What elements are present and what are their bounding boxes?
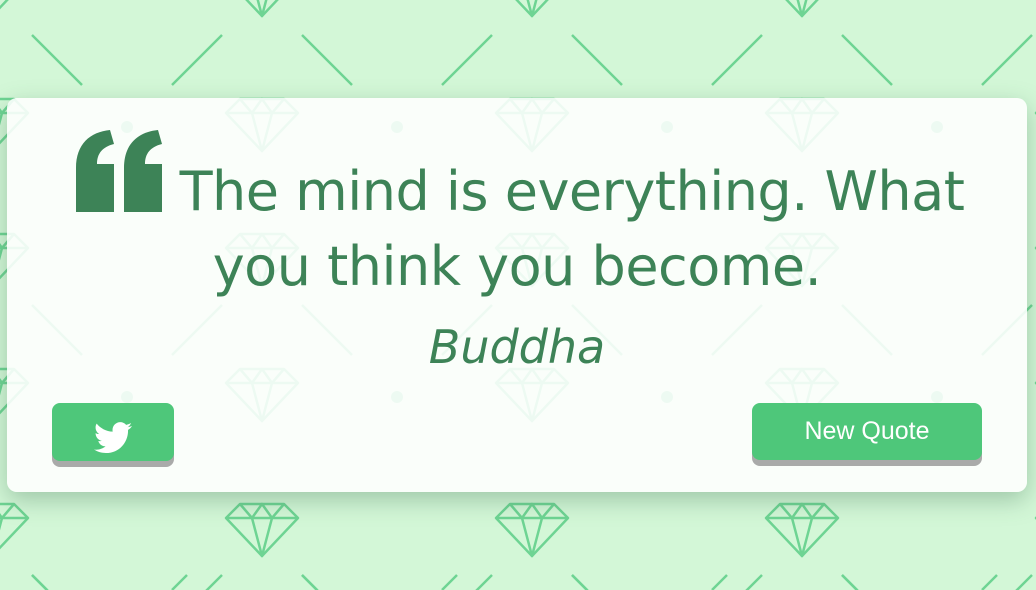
twitter-bird-icon xyxy=(94,422,132,454)
tweet-button[interactable] xyxy=(52,403,174,461)
quote-card: The mind is everything. What you think y… xyxy=(7,98,1027,492)
quote-body: The mind is everything. What you think y… xyxy=(179,160,965,298)
quote-author: Buddha xyxy=(428,320,606,374)
quote-mark-icon xyxy=(75,130,162,212)
quote-text: The mind is everything. What you think y… xyxy=(47,130,987,304)
new-quote-button[interactable]: New Quote xyxy=(752,403,982,460)
